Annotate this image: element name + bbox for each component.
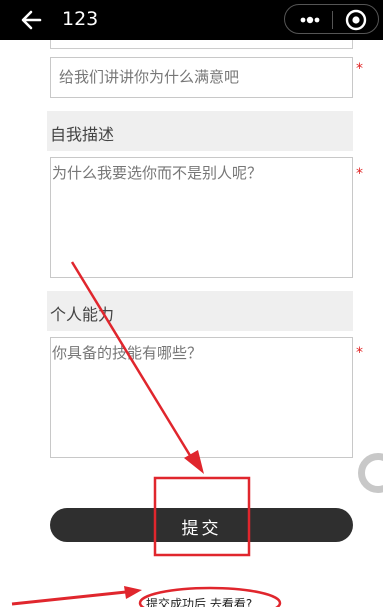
submit-button[interactable]: 提交 bbox=[50, 508, 353, 542]
annotation-arrow-head bbox=[124, 586, 142, 599]
required-mark: * bbox=[356, 345, 363, 361]
ability-label: 个人能力 bbox=[50, 305, 115, 324]
required-mark: * bbox=[356, 61, 363, 77]
nav-bar: 123 bbox=[0, 0, 383, 40]
previous-input-field[interactable] bbox=[50, 40, 353, 49]
satisfaction-reason-placeholder: 给我们讲讲你为什么满意吧 bbox=[59, 68, 240, 86]
more-dots-icon[interactable] bbox=[295, 10, 325, 30]
required-mark: * bbox=[356, 166, 363, 182]
back-arrow-icon[interactable] bbox=[18, 6, 46, 34]
close-circle-icon[interactable] bbox=[344, 8, 368, 32]
self-description-label: 自我描述 bbox=[50, 125, 115, 144]
capsule-menu bbox=[284, 4, 379, 34]
page-title: 123 bbox=[62, 8, 99, 30]
annotation-arrow-line bbox=[11, 590, 127, 606]
ability-placeholder: 你具备的技能有哪些？ bbox=[52, 344, 203, 362]
capsule-divider bbox=[332, 11, 333, 29]
self-description-textarea[interactable]: 为什么我要选你而不是别人呢？ bbox=[50, 157, 353, 278]
submit-button-label: 提交 bbox=[181, 519, 222, 539]
satisfaction-reason-input[interactable]: 给我们讲讲你为什么满意吧 bbox=[50, 57, 353, 98]
self-description-placeholder: 为什么我要选你而不是别人呢？ bbox=[52, 164, 263, 182]
ability-textarea[interactable]: 你具备的技能有哪些？ bbox=[50, 337, 353, 458]
ability-header: 个人能力 bbox=[47, 291, 353, 331]
view-after-submit-link[interactable]: 提交成功后 去看看? bbox=[146, 595, 252, 607]
floating-scroll-handle[interactable] bbox=[358, 453, 383, 493]
self-description-header: 自我描述 bbox=[47, 111, 353, 151]
